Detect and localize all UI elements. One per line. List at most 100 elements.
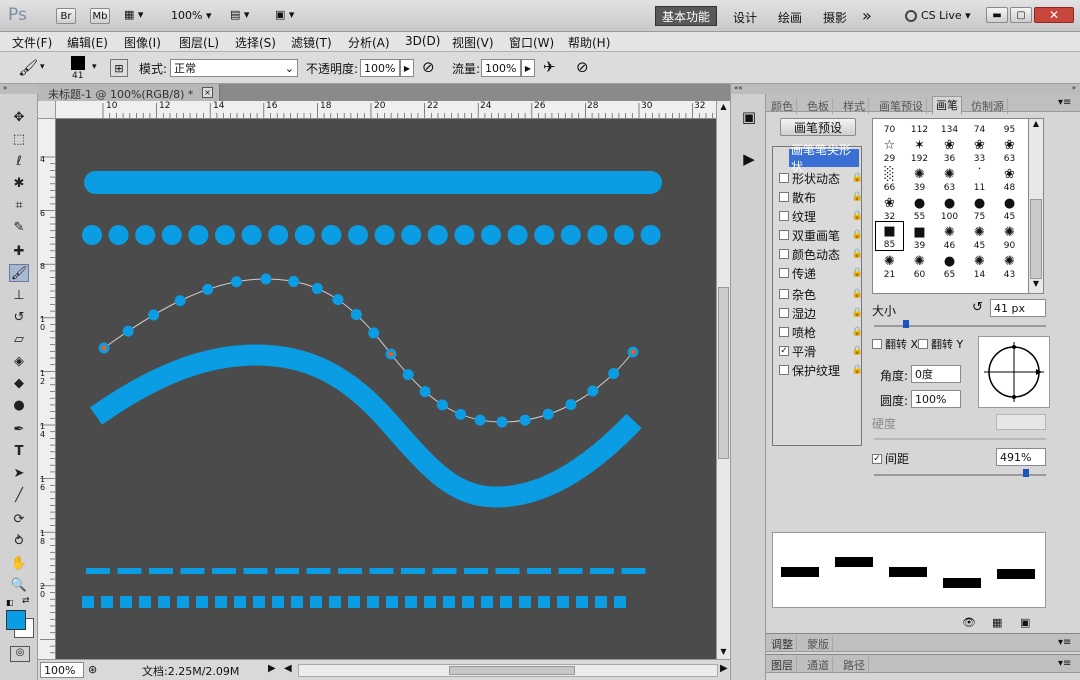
mode-select[interactable]: 正常 ⌄ [170,59,298,77]
checkbox[interactable] [779,211,789,221]
blur-tool-icon[interactable]: ◆ [9,374,29,392]
3d-rotate-tool-icon[interactable]: ⟳ [9,510,29,528]
lock-icon[interactable]: 🔒 [852,173,863,183]
swap-colors-icon[interactable]: ⇄ [22,596,30,606]
lasso-tool-icon[interactable]: ℓ [9,152,29,170]
3d-orbit-tool-icon[interactable]: ⥁ [9,532,29,550]
brush-tip-cell[interactable]: ✺ 46 [935,221,964,252]
brush-tip-cell[interactable]: ❀ 32 [875,192,904,223]
scroll-right-icon[interactable]: ▶ [720,663,728,674]
close-document-icon[interactable]: × [202,87,213,98]
panel-collapse-icon[interactable]: » [766,84,1080,94]
brush-tip-cell[interactable]: ·112 [905,119,934,135]
menu-help[interactable]: 帮助(H) [568,34,610,51]
brush-grid-scrollbar[interactable]: ▲ ▼ [1028,118,1044,294]
vertical-scroll-thumb[interactable] [718,287,729,459]
menu-select[interactable]: 选择(S) [235,34,276,51]
screen-mode-button[interactable]: ▣ ▾ [275,8,294,21]
brush-tip-cell[interactable]: ■ 85 [875,221,904,251]
brush-tip-cell[interactable]: ✺ 45 [965,221,994,252]
status-info-icon[interactable]: ⊛ [88,663,97,676]
actions-panel-icon[interactable]: ▶ [738,150,760,172]
zoom-level[interactable]: 100% ▾ [171,9,211,22]
menu-view[interactable]: 视图(V) [452,34,494,51]
brush-tip-cell[interactable]: ·95 [995,119,1024,135]
angle-field[interactable]: 0度 [911,365,961,383]
spacing-slider-track[interactable] [874,474,1046,476]
opacity-pressure-icon[interactable]: ⊘ [422,58,435,76]
brush-tool-icon[interactable]: 🖌 [9,264,29,282]
ruler-origin[interactable] [38,101,56,119]
brush-tip-cell[interactable]: ● 55 [905,192,934,223]
brush-presets-button[interactable]: 画笔预设 [780,118,856,136]
tab-layers[interactable]: 图层 [768,657,797,673]
brush-tip-cell[interactable]: ✺ 63 [935,163,964,194]
paint-bucket-tool-icon[interactable]: ◈ [9,352,29,370]
tab-channels[interactable]: 通道 [804,657,833,673]
cs-live-button[interactable]: CS Live ▾ [905,9,971,22]
brush-tip-cell[interactable]: ● 65 [935,250,964,281]
brush-tip-cell[interactable]: ✺ 21 [875,250,904,281]
foreground-color-swatch[interactable] [6,610,26,630]
status-menu-arrow-icon[interactable]: ▶ [268,663,276,674]
bridge-button[interactable]: Br [56,8,76,24]
horizontal-scroll-thumb[interactable] [449,666,575,675]
checkbox[interactable] [779,192,789,202]
checkbox[interactable] [779,173,789,183]
option-texture[interactable]: 纹理 🔒 [779,207,865,225]
dodge-tool-icon[interactable]: ● [9,396,29,414]
brush-tip-cell[interactable]: ● 45 [995,192,1024,223]
spacing-field[interactable]: 491% [996,448,1046,466]
checkbox[interactable] [779,289,789,299]
brush-picker-dropdown-icon[interactable]: ▾ [92,62,97,72]
lock-icon[interactable]: 🔒 [852,346,863,356]
lock-icon[interactable]: 🔒 [852,192,863,202]
canvas[interactable] [56,119,716,659]
tab-brush-presets[interactable]: 画笔预设 [876,98,927,114]
tab-clone-source[interactable]: 仿制源 [968,98,1008,114]
option-color-dynamics[interactable]: 颜色动态 🔒 [779,245,865,263]
zoom-field[interactable]: 100% [40,662,84,678]
marquee-tool-icon[interactable]: ⬚ [9,130,29,148]
vertical-scrollbar[interactable]: ▲ ▼ [716,101,730,659]
checkbox[interactable] [779,308,789,318]
brush-tip-cell[interactable]: ·74 [965,119,994,135]
vertical-ruler[interactable]: 4 6 8 1 0 1 2 1 4 1 6 1 8 2 0 [38,119,56,659]
flip-y-checkbox[interactable]: 翻转 Y [918,336,963,352]
tab-masks[interactable]: 蒙版 [804,636,833,652]
brush-tip-cell[interactable]: ✶ 192 [905,134,934,165]
close-icon[interactable]: ✕ [1034,7,1074,23]
checkbox[interactable] [779,249,789,259]
brush-tip-cell[interactable]: ✺ 90 [995,221,1024,252]
brush-panel-toggle-icon[interactable]: ⊞ [110,59,128,77]
document-tab[interactable]: 未标题-1 @ 100%(RGB/8) * [38,84,220,101]
minimize-icon[interactable]: ▬ [986,7,1008,23]
brush-tip-grid[interactable]: ·70·112·134·74·95☆29✶192❀36❀33❀63░66✺39✺… [872,118,1044,294]
quick-selection-tool-icon[interactable]: ✱ [9,174,29,192]
checkbox[interactable] [779,230,789,240]
scroll-left-icon[interactable]: ◀ [284,663,292,674]
menu-file[interactable]: 文件(F) [12,34,52,51]
menu-layer[interactable]: 图层(L) [179,34,219,51]
brush-tip-cell[interactable]: ❀ 33 [965,134,994,165]
option-wet-edges[interactable]: 湿边 🔒 [779,304,865,322]
eraser-tool-icon[interactable]: ▱ [9,330,29,348]
panel-menu-icon[interactable]: ▾≡ [1058,658,1071,669]
opacity-slider-arrow-icon[interactable]: ▶ [400,59,414,77]
scroll-up-icon[interactable]: ▲ [1029,119,1043,128]
horizontal-scrollbar[interactable] [298,664,718,677]
eyedropper-tool-icon[interactable]: ✎ [9,218,29,236]
hardness-field[interactable] [996,414,1046,430]
hand-tool-icon[interactable]: ✋ [9,554,29,572]
hardness-slider-track[interactable] [874,438,1046,440]
lock-icon[interactable]: 🔒 [852,230,863,240]
lock-icon[interactable]: 🔒 [852,268,863,278]
tab-paths[interactable]: 路径 [840,657,869,673]
brush-tip-cell[interactable]: ✺ 60 [905,250,934,281]
checkbox-checked[interactable]: ✓ [779,346,789,356]
brush-tip-cell[interactable]: ░ 66 [875,163,904,194]
checkbox[interactable] [779,365,789,375]
option-noise[interactable]: 杂色 🔒 [779,285,865,303]
spacing-slider-handle[interactable] [1023,469,1029,477]
panel-menu-icon[interactable]: ▾≡ [1058,637,1071,648]
